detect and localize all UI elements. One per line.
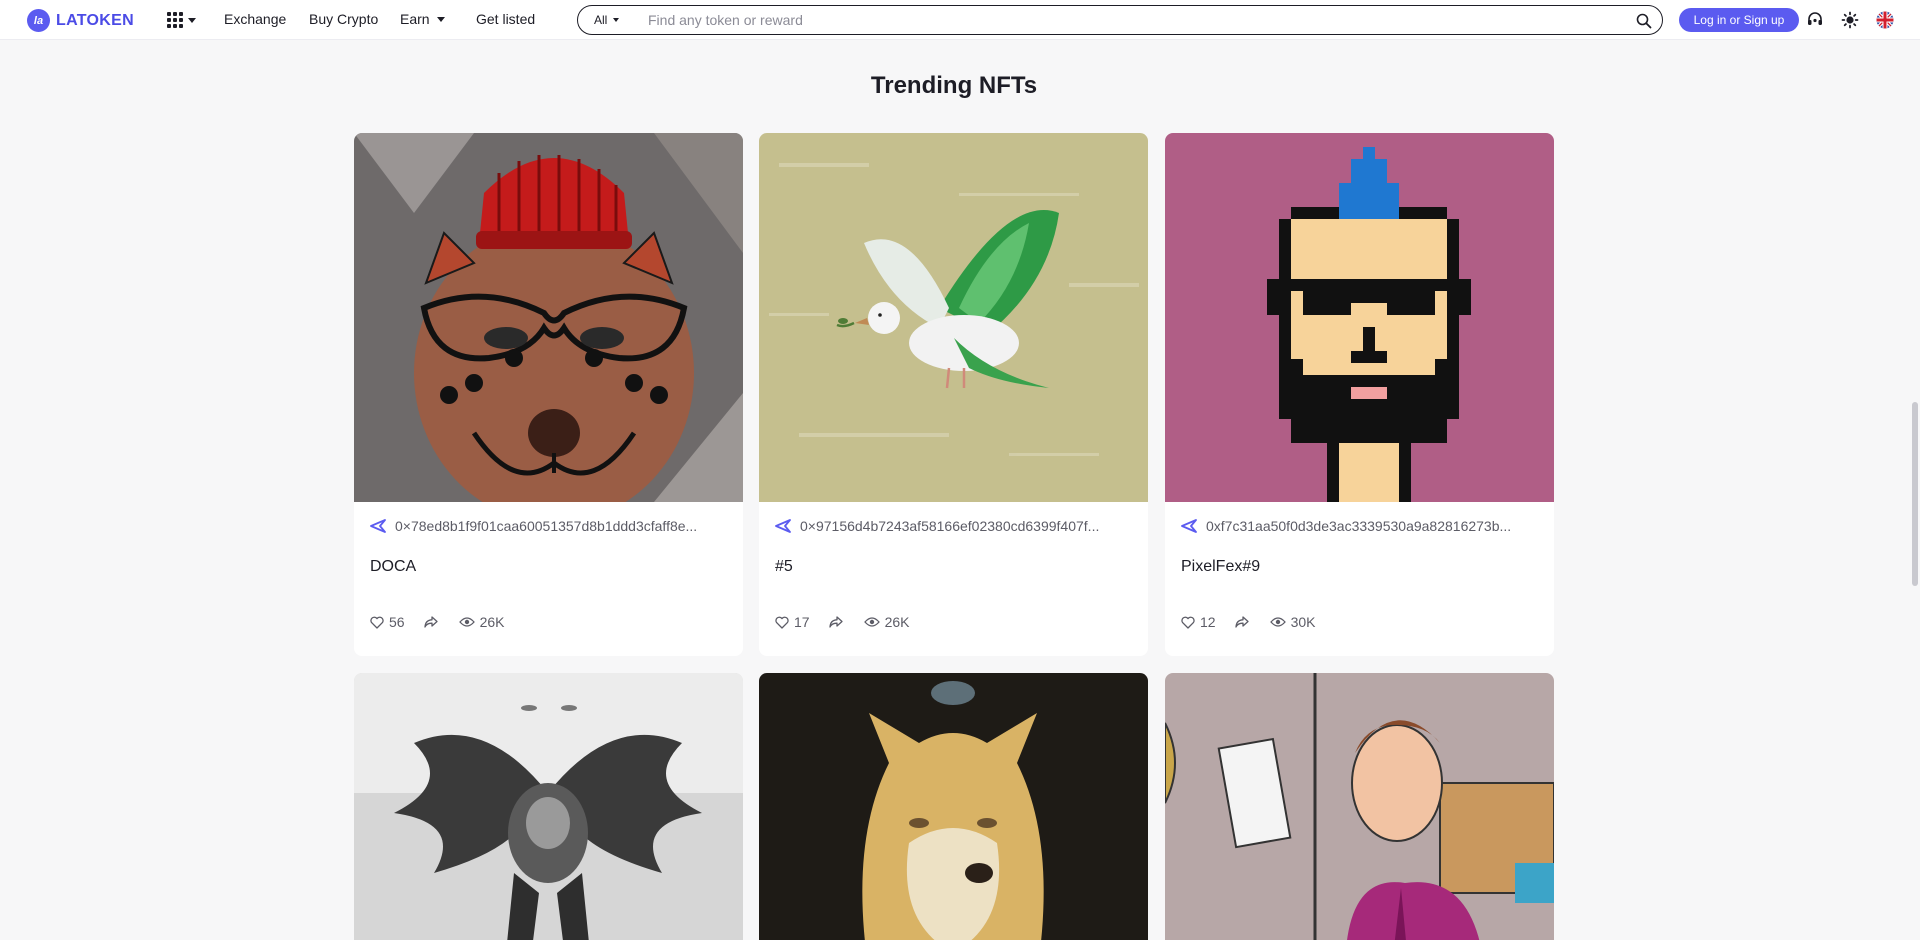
share-icon[interactable] — [1234, 615, 1250, 629]
like-count: 56 — [389, 614, 405, 630]
search-category-label: All — [594, 13, 608, 27]
logo-mark-icon: la — [27, 9, 50, 32]
nft-card[interactable] — [354, 673, 743, 940]
chain-logo-icon — [1181, 519, 1197, 533]
views-stat: 30K — [1269, 614, 1316, 630]
nav-get-listed[interactable]: Get listed — [476, 11, 535, 27]
nav-buy-crypto[interactable]: Buy Crypto — [309, 11, 378, 27]
chevron-down-icon — [188, 17, 196, 23]
contract-address-row: 0×78ed8b1f9f01caa60051357d8b1ddd3cfaff8e… — [370, 518, 730, 534]
heart-icon — [1181, 616, 1195, 629]
nft-stats: 12 30K — [1181, 614, 1316, 630]
page-scrollbar[interactable] — [1912, 402, 1918, 586]
support-icon[interactable] — [1806, 11, 1824, 29]
search-input[interactable] — [648, 12, 1662, 28]
apps-grid-icon — [167, 12, 183, 28]
nft-card[interactable]: 0xf7c31aa50f0d3de3ac3339530a9a82816273b.… — [1165, 133, 1554, 656]
view-count: 30K — [1290, 614, 1316, 630]
view-count: 26K — [884, 614, 910, 630]
contract-address-row: 0×97156d4b7243af58166ef02380cd6399f407f.… — [775, 518, 1135, 534]
nft-card[interactable] — [1165, 673, 1554, 940]
chain-logo-icon — [370, 519, 386, 533]
section-title: Trending NFTs — [870, 72, 1038, 99]
nft-card[interactable]: 0×97156d4b7243af58166ef02380cd6399f407f.… — [759, 133, 1148, 656]
search-category-select[interactable]: All — [578, 13, 630, 27]
chain-logo-icon — [775, 519, 791, 533]
nft-image — [1165, 673, 1554, 940]
eye-icon — [458, 617, 475, 627]
heart-icon — [370, 616, 384, 629]
chevron-down-icon — [613, 18, 620, 22]
nft-stats: 56 26K — [370, 614, 505, 630]
like-count: 12 — [1200, 614, 1216, 630]
login-signup-button[interactable]: Log in or Sign up — [1679, 8, 1799, 32]
nft-name: PixelFex#9 — [1181, 558, 1261, 575]
like-count: 17 — [794, 614, 810, 630]
share-icon[interactable] — [423, 615, 439, 629]
nft-card[interactable] — [759, 673, 1148, 940]
theme-icon[interactable] — [1841, 11, 1859, 29]
contract-address: 0×78ed8b1f9f01caa60051357d8b1ddd3cfaff8e… — [395, 518, 698, 534]
nav-exchange[interactable]: Exchange — [224, 11, 286, 27]
nav-earn[interactable]: Earn — [400, 11, 445, 27]
nft-image — [759, 673, 1148, 940]
nft-image — [354, 133, 743, 502]
logo-text: LATOKEN — [56, 11, 134, 29]
eye-icon — [863, 617, 880, 627]
language-flag-icon[interactable] — [1876, 11, 1894, 29]
nft-image — [759, 133, 1148, 502]
latoken-logo[interactable]: la LATOKEN — [27, 9, 134, 32]
contract-address: 0×97156d4b7243af58166ef02380cd6399f407f.… — [800, 518, 1100, 534]
share-icon[interactable] — [828, 615, 844, 629]
like-button[interactable]: 17 — [775, 614, 810, 630]
view-count: 26K — [479, 614, 505, 630]
nft-card[interactable]: 0×78ed8b1f9f01caa60051357d8b1ddd3cfaff8e… — [354, 133, 743, 656]
eye-icon — [1269, 617, 1286, 627]
like-button[interactable]: 12 — [1181, 614, 1216, 630]
nft-stats: 17 26K — [775, 614, 910, 630]
like-button[interactable]: 56 — [370, 614, 405, 630]
heart-icon — [775, 616, 789, 629]
nft-image — [1165, 133, 1554, 502]
contract-address: 0xf7c31aa50f0d3de3ac3339530a9a82816273b.… — [1206, 518, 1512, 534]
nav-earn-label: Earn — [400, 11, 430, 27]
chevron-down-icon — [436, 16, 445, 22]
nft-image — [354, 673, 743, 940]
nft-name: #5 — [775, 558, 793, 575]
contract-address-row: 0xf7c31aa50f0d3de3ac3339530a9a82816273b.… — [1181, 518, 1541, 534]
nft-name: DOCA — [370, 558, 417, 575]
top-navigation-bar: la LATOKEN Exchange Buy Crypto Earn Get … — [0, 0, 1920, 40]
apps-menu-button[interactable] — [167, 12, 196, 28]
views-stat: 26K — [458, 614, 505, 630]
search-icon[interactable] — [1636, 13, 1652, 29]
views-stat: 26K — [863, 614, 910, 630]
search-bar: All — [577, 5, 1663, 35]
